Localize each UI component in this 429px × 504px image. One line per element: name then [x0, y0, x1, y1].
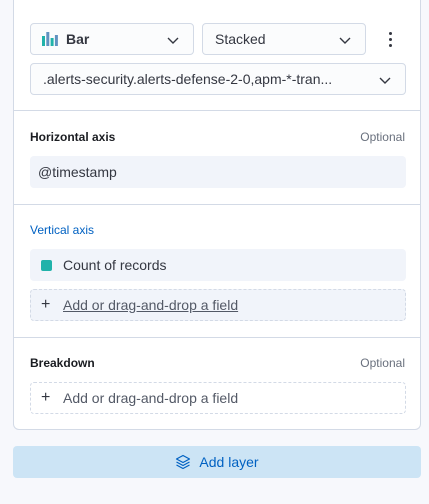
- vertical-axis-field[interactable]: Count of records: [30, 249, 406, 281]
- layer-header-row: Bar Stacked: [30, 23, 402, 55]
- layers-icon: [175, 454, 191, 470]
- stack-mode-select[interactable]: Stacked: [202, 23, 366, 55]
- horizontal-axis-field-label: @timestamp: [38, 164, 117, 180]
- chevron-down-icon: [166, 33, 180, 50]
- stack-mode-label: Stacked: [215, 31, 266, 47]
- horizontal-axis-title: Horizontal axis: [30, 130, 116, 144]
- vertical-axis-add-field[interactable]: + Add or drag-and-drop a field: [30, 289, 406, 321]
- chart-type-label: Bar: [66, 31, 90, 47]
- layer-actions-menu-icon[interactable]: [378, 23, 402, 55]
- horizontal-axis-optional: Optional: [360, 130, 405, 144]
- vertical-axis-field-label: Count of records: [63, 257, 167, 273]
- divider: [14, 337, 420, 338]
- vertical-axis-title: Vertical axis: [30, 223, 95, 237]
- horizontal-axis-field[interactable]: @timestamp: [30, 156, 406, 188]
- plus-icon: +: [41, 389, 51, 406]
- breakdown-add-field[interactable]: + Add or drag-and-drop a field: [30, 382, 406, 414]
- breakdown-add-field-label: Add or drag-and-drop a field: [63, 390, 239, 406]
- bar-chart-icon: [42, 32, 58, 46]
- chart-type-select[interactable]: Bar: [30, 23, 194, 55]
- series-color-swatch[interactable]: [41, 259, 52, 271]
- index-pattern-select[interactable]: .alerts-security.alerts-defense-2-0,apm-…: [30, 63, 406, 95]
- breakdown-optional: Optional: [360, 356, 405, 370]
- vertical-axis-add-field-label: Add or drag-and-drop a field: [63, 297, 239, 313]
- plus-icon: +: [41, 296, 51, 313]
- layer-panel: Bar Stacked .alerts-security.alerts-defe…: [13, 0, 421, 430]
- chevron-down-icon: [378, 73, 392, 90]
- add-layer-button[interactable]: Add layer: [13, 446, 421, 478]
- add-layer-label: Add layer: [199, 454, 259, 470]
- divider: [14, 204, 420, 205]
- index-pattern-label: .alerts-security.alerts-defense-2-0,apm-…: [43, 71, 333, 87]
- chevron-down-icon: [338, 33, 352, 50]
- divider: [14, 110, 420, 111]
- breakdown-title: Breakdown: [30, 356, 95, 370]
